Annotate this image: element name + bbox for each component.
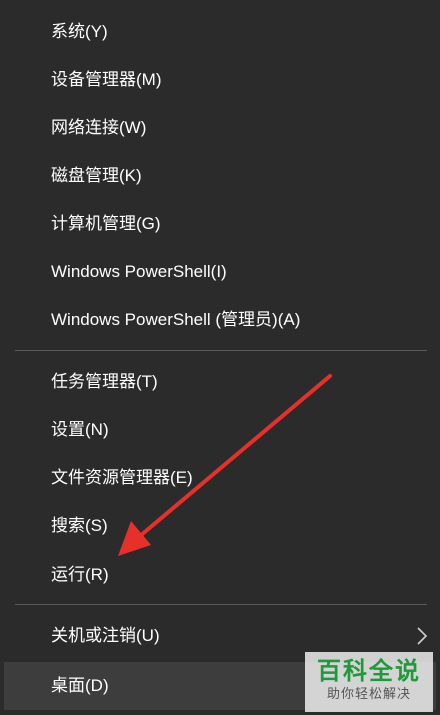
watermark-logo: 百科全说 助你轻松解决	[305, 652, 433, 712]
menu-item-system[interactable]: 系统(Y)	[0, 8, 440, 56]
menu-item-label: 搜索(S)	[51, 516, 108, 535]
menu-item-label: 设备管理器(M)	[51, 70, 162, 89]
menu-item-label: 网络连接(W)	[51, 118, 147, 137]
winx-context-menu: 系统(Y) 设备管理器(M) 网络连接(W) 磁盘管理(K) 计算机管理(G) …	[0, 0, 440, 715]
menu-item-label: 磁盘管理(K)	[51, 166, 142, 185]
menu-divider	[15, 350, 427, 351]
menu-item-device-manager[interactable]: 设备管理器(M)	[0, 56, 440, 104]
menu-item-powershell-admin[interactable]: Windows PowerShell (管理员)(A)	[0, 296, 440, 344]
menu-item-label: 文件资源管理器(E)	[51, 468, 193, 487]
menu-item-powershell[interactable]: Windows PowerShell(I)	[0, 248, 440, 296]
menu-item-label: 运行(R)	[51, 565, 109, 584]
menu-item-label: Windows PowerShell(I)	[51, 262, 227, 281]
menu-item-computer-management[interactable]: 计算机管理(G)	[0, 200, 440, 248]
watermark-title: 百科全说	[317, 657, 421, 685]
menu-item-search[interactable]: 搜索(S)	[0, 502, 440, 550]
menu-item-task-manager[interactable]: 任务管理器(T)	[0, 358, 440, 406]
menu-item-label: 计算机管理(G)	[51, 214, 161, 233]
menu-item-label: 系统(Y)	[51, 22, 108, 41]
menu-item-disk-management[interactable]: 磁盘管理(K)	[0, 152, 440, 200]
menu-item-label: 设置(N)	[51, 420, 109, 439]
menu-item-label: 桌面(D)	[51, 676, 109, 695]
menu-item-label: 任务管理器(T)	[51, 372, 158, 391]
menu-item-label: 关机或注销(U)	[51, 626, 160, 645]
menu-item-settings[interactable]: 设置(N)	[0, 406, 440, 454]
watermark-subtitle: 助你轻松解决	[326, 687, 411, 702]
menu-item-label: Windows PowerShell (管理员)(A)	[51, 310, 301, 329]
menu-item-network-connections[interactable]: 网络连接(W)	[0, 104, 440, 152]
menu-item-file-explorer[interactable]: 文件资源管理器(E)	[0, 454, 440, 502]
chevron-right-icon	[417, 627, 428, 645]
menu-item-run[interactable]: 运行(R)	[0, 551, 440, 599]
menu-divider	[15, 604, 427, 605]
